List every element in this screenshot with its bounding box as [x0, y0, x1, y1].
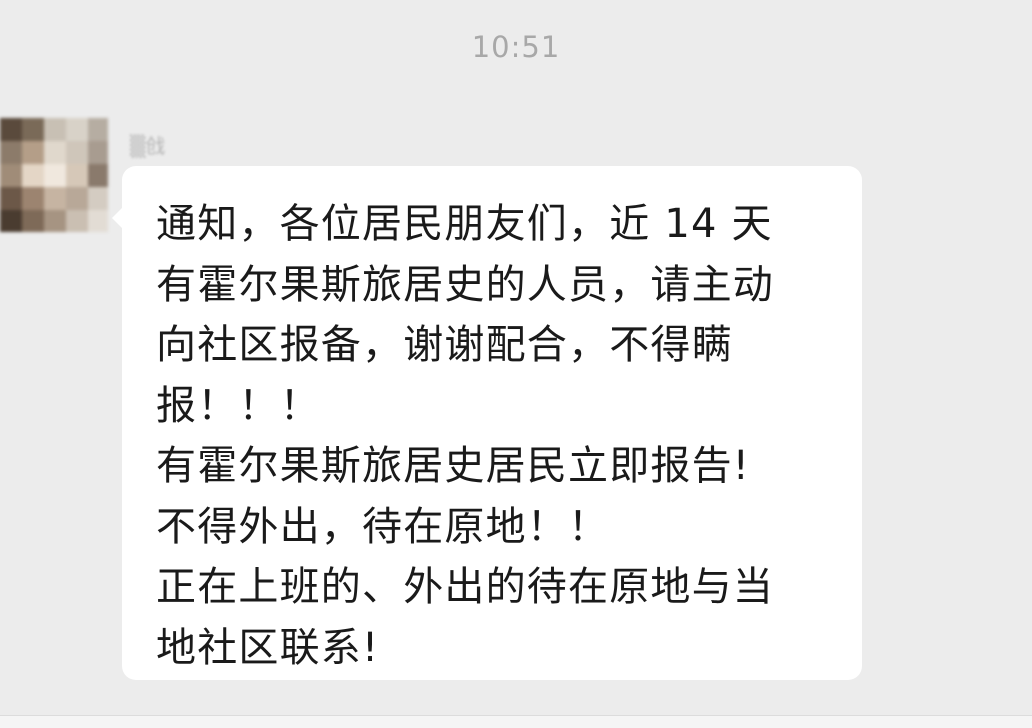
message-bubble[interactable]: 通知，各位居民朋友们，近 14 天 有霍尔果斯旅居史的人员，请主动 向社区报备，… [122, 166, 862, 680]
message-line: 报！！！ [156, 382, 321, 429]
message-line: 不得外出，待在原地！！ [156, 503, 610, 550]
message-line: 正在上班的、外出的待在原地与当 [156, 564, 774, 610]
message-line: 有霍尔果斯旅居史居民立即报告! [156, 443, 751, 489]
message-line: 通知，各位居民朋友们，近 14 天 [156, 201, 773, 247]
chat-window: 10:51 ▒戗 通知，各位居民朋友们，近 14 天 有霍尔果斯旅居史的人员，请… [0, 0, 1032, 728]
message-line: 向社区报备，谢谢配合，不得瞒 [156, 322, 733, 368]
bottom-bar [0, 715, 1032, 728]
message-line: 地社区联系! [156, 624, 380, 671]
message-timestamp: 10:51 [471, 30, 561, 64]
message-line: 有霍尔果斯旅居史的人员，请主动 [156, 261, 774, 308]
sender-avatar[interactable] [0, 118, 108, 232]
sender-name: ▒戗 [130, 134, 166, 158]
